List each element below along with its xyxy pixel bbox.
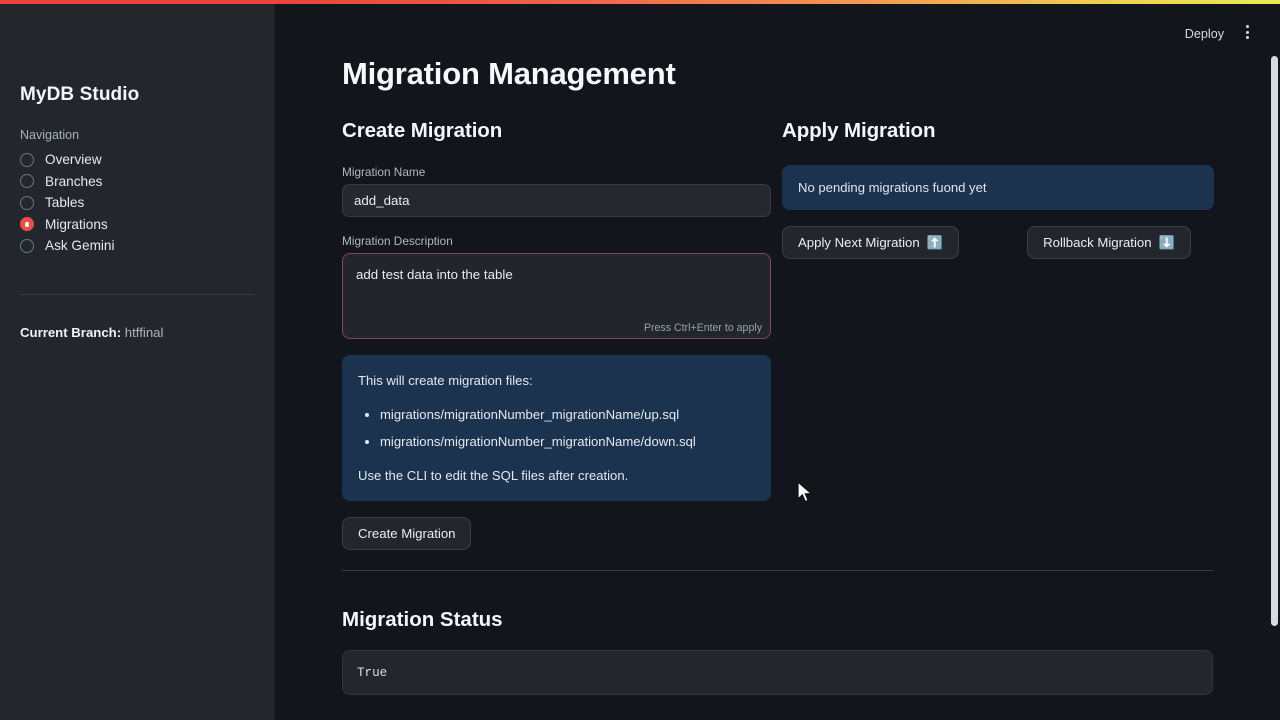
rollback-migration-button[interactable]: Rollback Migration ⬇️	[1027, 226, 1191, 259]
apply-next-migration-button[interactable]: Apply Next Migration ⬆️	[782, 226, 960, 259]
apply-next-migration-label: Apply Next Migration	[798, 235, 920, 250]
apply-migration-section: Apply Migration No pending migrations fu…	[782, 119, 1214, 259]
apply-migration-heading: Apply Migration	[782, 119, 936, 142]
migration-name-input[interactable]	[342, 184, 771, 217]
info-intro-text: This will create migration files:	[358, 373, 533, 388]
migration-status-value: True	[357, 665, 388, 680]
page-title: Migration Management	[342, 56, 676, 91]
sidebar-item-label: Migrations	[45, 216, 108, 232]
app-title: MyDB Studio	[20, 84, 140, 105]
up-arrow-icon: ⬆️	[926, 234, 944, 250]
migration-files-info-box: This will create migration files: migrat…	[342, 355, 771, 501]
list-item: migrations/migrationNumber_migrationName…	[380, 432, 755, 452]
migration-description-label: Migration Description	[342, 234, 453, 248]
sidebar-item-label: Tables	[45, 195, 85, 211]
rollback-migration-label: Rollback Migration	[1043, 235, 1152, 250]
info-closing-text: Use the CLI to edit the SQL files after …	[358, 467, 629, 483]
migration-files-list: migrations/migrationNumber_migrationName…	[366, 405, 755, 452]
list-item: migrations/migrationNumber_migrationName…	[380, 405, 755, 425]
down-arrow-icon: ⬇️	[1158, 234, 1175, 250]
section-divider	[342, 570, 1213, 571]
sidebar-item-label: Overview	[45, 152, 102, 168]
current-branch: Current Branch: htffinal	[20, 325, 163, 340]
radio-icon[interactable]	[20, 174, 34, 189]
radio-icon[interactable]	[20, 152, 34, 167]
migration-description-textarea[interactable]	[342, 253, 771, 339]
radio-icon[interactable]	[20, 195, 34, 210]
apply-migration-button-row: Apply Next Migration ⬆️ Rollback Migrati…	[782, 226, 1214, 259]
sidebar: MyDB Studio Navigation Overview Branches…	[0, 4, 275, 720]
create-migration-section: Create Migration Migration Name Migratio…	[342, 119, 771, 550]
migration-description-wrap: Press Ctrl+Enter to apply	[342, 253, 771, 339]
migration-status-code-box: True	[342, 650, 1213, 695]
button-spacer	[959, 226, 1027, 259]
vertical-scrollbar-thumb[interactable]	[1270, 56, 1278, 626]
sidebar-item-label: Branches	[45, 173, 103, 189]
navigation-list: Overview Branches Tables Migrations Ask …	[20, 149, 255, 257]
pending-migrations-notice: No pending migrations fuond yet	[782, 165, 1214, 210]
sidebar-item-overview[interactable]: Overview	[20, 149, 255, 171]
migration-status-heading: Migration Status	[342, 608, 503, 631]
sidebar-divider	[20, 294, 255, 295]
radio-icon[interactable]	[20, 238, 34, 253]
sidebar-item-label: Ask Gemini	[45, 238, 115, 254]
current-branch-label: Current Branch:	[20, 325, 122, 340]
sidebar-item-ask-gemini[interactable]: Ask Gemini	[20, 235, 255, 257]
top-progress-bar	[0, 0, 1280, 4]
sidebar-item-branches[interactable]: Branches	[20, 171, 255, 193]
sidebar-item-tables[interactable]: Tables	[20, 192, 255, 214]
radio-selected-icon[interactable]	[20, 217, 34, 232]
main-content: Migration Management Create Migration Mi…	[275, 4, 1280, 720]
create-migration-heading: Create Migration	[342, 119, 503, 142]
app-window: MyDB Studio Navigation Overview Branches…	[0, 0, 1280, 720]
pending-migrations-text: No pending migrations fuond yet	[798, 180, 987, 195]
sidebar-item-migrations[interactable]: Migrations	[20, 214, 255, 236]
current-branch-value: htffinal	[124, 325, 164, 340]
migration-name-label: Migration Name	[342, 165, 426, 179]
navigation-heading: Navigation	[20, 128, 80, 142]
create-migration-button[interactable]: Create Migration	[342, 516, 472, 550]
migration-name-field-group: Migration Name	[342, 165, 771, 217]
migration-description-field-group: Migration Description Press Ctrl+Enter t…	[342, 234, 771, 339]
